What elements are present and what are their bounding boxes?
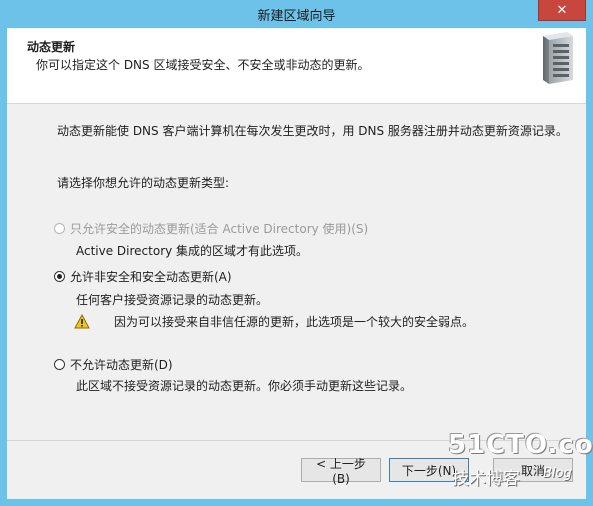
wizard-client-area: 动态更新 你可以指定这个 DNS 区域接受安全、不安全或非动态的更新。 动态更新… [7, 28, 586, 499]
warning-row: 因为可以接受来自非信任源的更新，此选项是一个较大的安全弱点。 [74, 313, 474, 330]
option-note-no-dynamic-updates: 此区域不接受资源记录的动态更新。你必须手动更新这些记录。 [76, 379, 413, 393]
radio-no-dynamic-updates[interactable]: 不允许动态更新(D) [54, 356, 173, 373]
radio-secure-only[interactable]: 只允许安全的动态更新(适合 Active Directory 使用)(S) [54, 220, 368, 237]
radio-label-no-dynamic-updates: 不允许动态更新(D) [70, 358, 173, 372]
radio-label-secure-only: 只允许安全的动态更新(适合 Active Directory 使用)(S) [70, 222, 369, 236]
page-title: 动态更新 [27, 40, 76, 54]
close-icon: ✕ [556, 2, 568, 18]
watermark-blog: Blog [543, 466, 572, 481]
prompt-text: 请选择你想允许的动态更新类型: [57, 176, 230, 190]
radio-button-no-dynamic-updates[interactable] [54, 359, 65, 370]
radio-button-nonsecure-and-secure[interactable] [54, 271, 65, 282]
warning-icon [74, 314, 90, 329]
radio-button-secure-only[interactable] [54, 223, 65, 234]
option-note-nonsecure-and-secure: 任何客户接受资源记录的动态更新。 [76, 293, 269, 307]
radio-nonsecure-and-secure[interactable]: 允许非安全和安全动态更新(A) [54, 268, 232, 285]
watermark-site: 51CTO.com [448, 430, 593, 460]
radio-label-nonsecure-and-secure: 允许非安全和安全动态更新(A) [70, 270, 232, 284]
close-button[interactable]: ✕ [538, 0, 586, 21]
title-bar[interactable]: 新建区域向导 ✕ [0, 0, 593, 28]
server-icon [543, 32, 573, 84]
watermark-logo: 51CTO.com 技术博客 Blog [448, 430, 593, 489]
option-note-secure-only: Active Directory 集成的区域才有此选项。 [76, 244, 309, 258]
watermark-tagline: 技术博客 [452, 469, 520, 489]
window-title: 新建区域向导 [257, 9, 336, 24]
page-subtitle: 你可以指定这个 DNS 区域接受安全、不安全或非动态的更新。 [36, 58, 370, 72]
wizard-header: 动态更新 你可以指定这个 DNS 区域接受安全、不安全或非动态的更新。 [7, 28, 586, 104]
wizard-window: 新建区域向导 ✕ 动态更新 你可以指定这个 DNS 区域接受安全、不安全或非动态… [0, 0, 593, 506]
description-text: 动态更新能使 DNS 客户端计算机在每次发生更改时，用 DNS 服务器注册并动态… [57, 124, 568, 138]
back-button[interactable]: < 上一步(B) [301, 457, 381, 486]
warning-text: 因为可以接受来自非信任源的更新，此选项是一个较大的安全弱点。 [114, 315, 475, 329]
